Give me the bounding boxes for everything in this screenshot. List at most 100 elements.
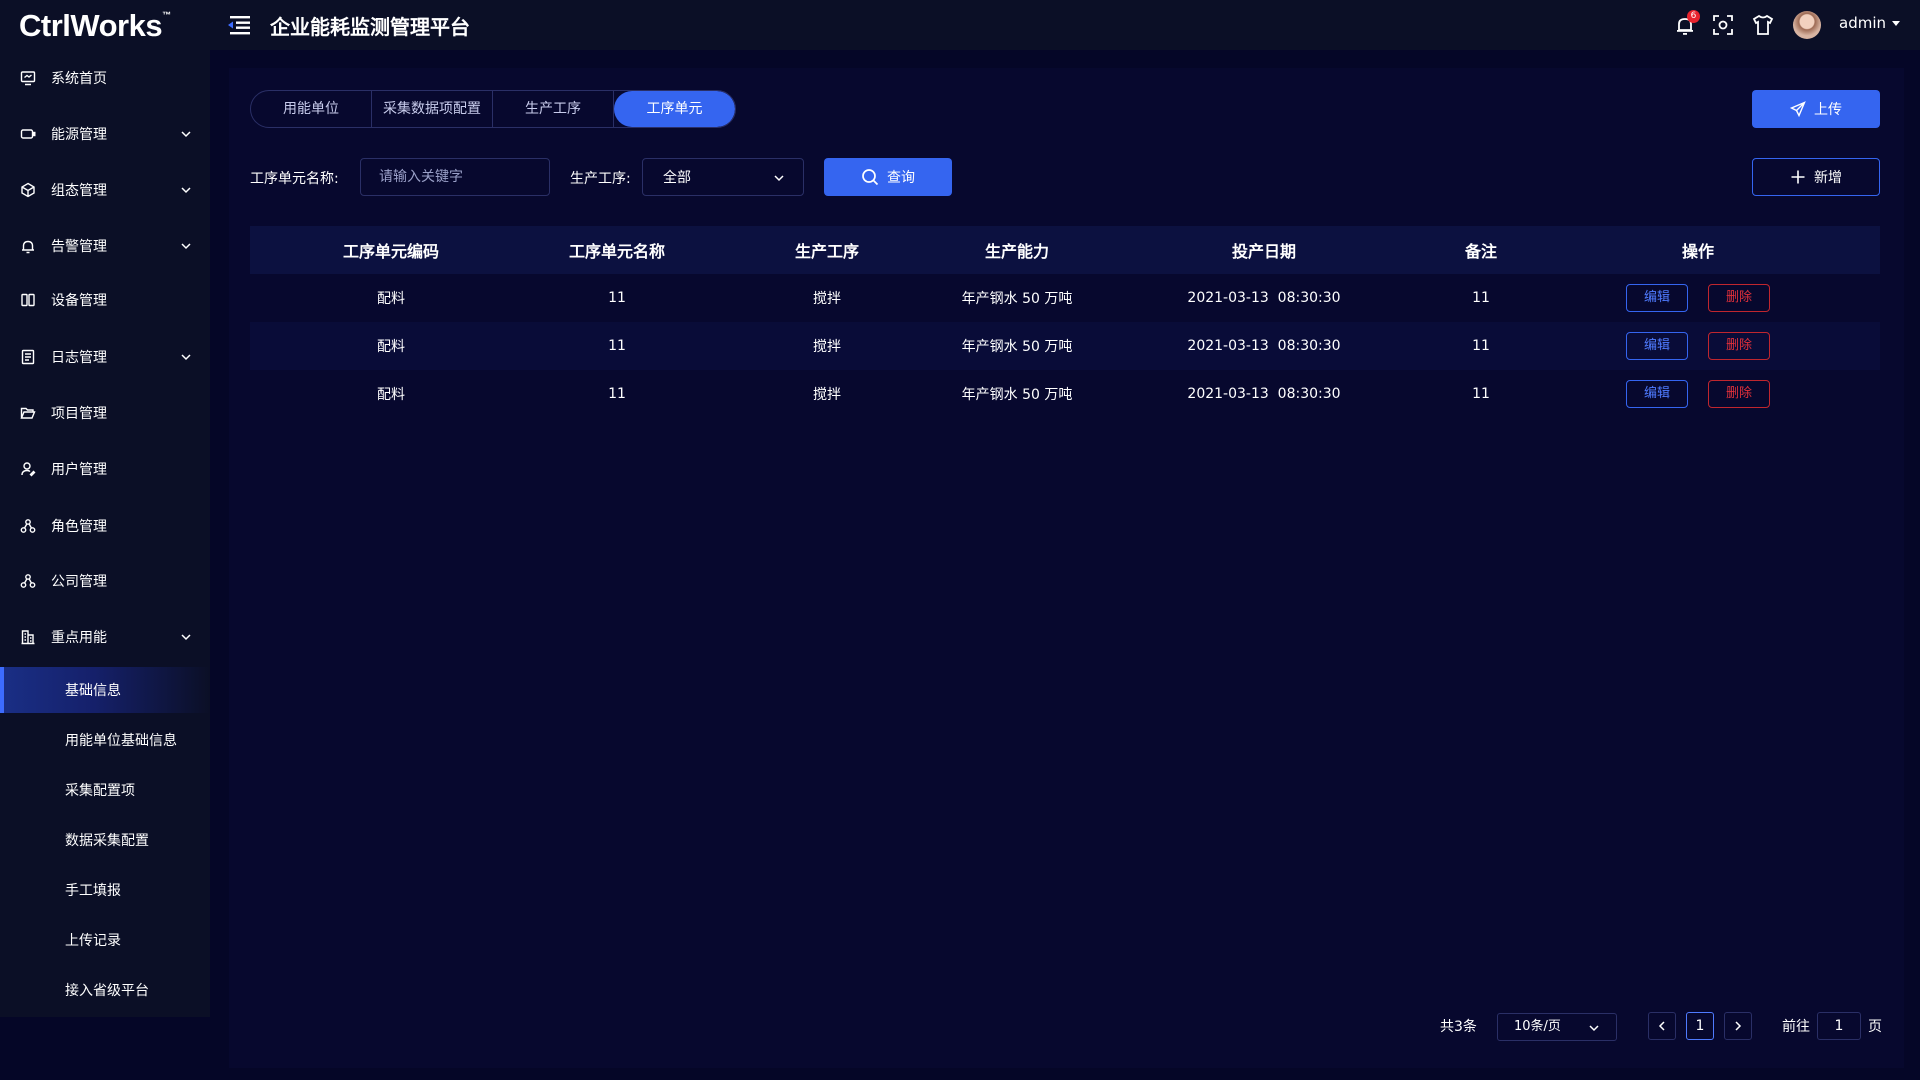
- name-search-input[interactable]: [360, 158, 550, 196]
- sidebar-item-label: 项目管理: [51, 406, 107, 422]
- tab-process-unit[interactable]: 工序单元: [614, 91, 735, 127]
- prev-page-button[interactable]: [1648, 1012, 1676, 1040]
- sidebar-subitem-data-collect[interactable]: 数据采集配置: [0, 817, 210, 863]
- plus-icon: [1791, 170, 1805, 184]
- sidebar-subitem-label: 数据采集配置: [65, 833, 149, 849]
- cell-capacity: 年产钢水 50 万吨: [961, 387, 1073, 403]
- sidebar-subitem-upload-record[interactable]: 上传记录: [0, 917, 210, 963]
- cell-process: 搅拌: [813, 339, 841, 355]
- query-button[interactable]: 查询: [824, 158, 952, 196]
- goto-prefix: 前往: [1782, 1019, 1810, 1035]
- sidebar-item-device[interactable]: 设备管理: [0, 280, 210, 320]
- battery-icon: [20, 129, 36, 139]
- sidebar-item-key-energy[interactable]: 重点用能: [0, 617, 210, 657]
- sidebar-item-label: 告警管理: [51, 239, 107, 255]
- upload-button[interactable]: 上传: [1752, 90, 1880, 128]
- tab-energy-unit[interactable]: 用能单位: [251, 91, 372, 127]
- edit-button[interactable]: 编辑: [1626, 380, 1688, 408]
- building-icon: [21, 630, 35, 645]
- sidebar-item-label: 设备管理: [51, 293, 107, 309]
- tab-collect-item-config[interactable]: 采集数据项配置: [372, 91, 493, 127]
- chevron-down-icon: [181, 354, 191, 361]
- sidebar-subitem-label: 采集配置项: [65, 783, 135, 799]
- sidebar-subitem-label: 上传记录: [65, 933, 121, 949]
- cell-code: 配料: [377, 387, 405, 403]
- process-unit-table: 工序单元编码 工序单元名称 生产工序 生产能力 投产日期 备注 操作 配料 11…: [250, 226, 1880, 418]
- notification-bell-icon[interactable]: 6: [1673, 10, 1700, 37]
- main-panel: [229, 68, 1904, 1068]
- upload-button-label: 上传: [1814, 102, 1842, 118]
- column-header: 生产能力: [984, 242, 1049, 261]
- sidebar-subitem-label: 接入省级平台: [65, 983, 149, 999]
- page-size-select[interactable]: 10条/页: [1497, 1013, 1617, 1041]
- sidebar-subitem-label: 基础信息: [65, 683, 121, 699]
- theme-shirt-icon[interactable]: [1751, 13, 1775, 37]
- notification-badge: 6: [1687, 10, 1700, 23]
- sidebar-item-config[interactable]: 组态管理: [0, 170, 210, 210]
- sidebar-item-role[interactable]: 角色管理: [0, 506, 210, 546]
- add-button[interactable]: 新增: [1752, 158, 1880, 196]
- delete-button[interactable]: 删除: [1708, 284, 1770, 312]
- avatar[interactable]: [1793, 11, 1821, 39]
- logo-text: CtrlWorks: [19, 8, 163, 43]
- sidebar-item-alarm[interactable]: 告警管理: [0, 226, 210, 266]
- sidebar-item-energy[interactable]: 能源管理: [0, 114, 210, 154]
- sidebar-subitem-label: 用能单位基础信息: [65, 733, 177, 749]
- sidebar-subitem-unit-basic-info[interactable]: 用能单位基础信息: [0, 717, 210, 763]
- cell-name: 11: [608, 290, 626, 306]
- sidebar-subitem-province-platform[interactable]: 接入省级平台: [0, 967, 210, 1013]
- folder-icon: [20, 407, 36, 419]
- page-size-value: 10条/页: [1514, 1019, 1561, 1034]
- caret-down-icon: [1892, 21, 1900, 26]
- search-icon: [862, 169, 879, 186]
- cell-actions: 编辑 删除: [1516, 284, 1880, 312]
- user-menu[interactable]: admin: [1839, 14, 1900, 32]
- cell-capacity: 年产钢水 50 万吨: [961, 339, 1073, 355]
- table-header: 工序单元编码 工序单元名称 生产工序 生产能力 投产日期 备注 操作: [250, 226, 1880, 274]
- delete-button[interactable]: 删除: [1708, 332, 1770, 360]
- sidebar-item-log[interactable]: 日志管理: [0, 337, 210, 377]
- sidebar-item-user[interactable]: 用户管理: [0, 449, 210, 489]
- next-page-button[interactable]: [1724, 1012, 1752, 1040]
- cell-actions: 编辑 删除: [1516, 332, 1880, 360]
- sidebar: 系统首页 能源管理 组态管理 告警管理 设备管理 日志管理 项目管理 用户管理 …: [0, 50, 210, 1017]
- column-header: 操作: [1681, 242, 1714, 261]
- sidebar-subitem-label: 手工填报: [65, 883, 121, 899]
- fullscreen-icon[interactable]: [1711, 13, 1735, 37]
- chevron-right-icon: [1735, 1021, 1742, 1031]
- log-icon: [21, 349, 35, 365]
- cell-name: 11: [608, 338, 626, 354]
- sidebar-item-project[interactable]: 项目管理: [0, 393, 210, 433]
- tab-production-process[interactable]: 生产工序: [493, 91, 614, 127]
- sidebar-subitem-manual-report[interactable]: 手工填报: [0, 867, 210, 913]
- sidebar-item-label: 能源管理: [51, 127, 107, 143]
- edit-button[interactable]: 编辑: [1626, 332, 1688, 360]
- role-icon: [20, 519, 36, 533]
- sidebar-subitem-collect-config[interactable]: 采集配置项: [0, 767, 210, 813]
- cell-capacity: 年产钢水 50 万吨: [961, 291, 1073, 307]
- username: admin: [1839, 14, 1886, 32]
- collapse-menu-icon[interactable]: [226, 14, 252, 36]
- page-number-button[interactable]: 1: [1686, 1012, 1714, 1040]
- delete-button[interactable]: 删除: [1708, 380, 1770, 408]
- process-filter-label: 生产工序:: [570, 171, 631, 187]
- logo: CtrlWorks™: [19, 8, 171, 44]
- process-select[interactable]: 全部: [642, 158, 804, 196]
- edit-button[interactable]: 编辑: [1626, 284, 1688, 312]
- bell-icon: [22, 240, 34, 254]
- sidebar-item-label: 重点用能: [51, 630, 107, 646]
- goto-page-input[interactable]: [1817, 1012, 1861, 1040]
- cube-icon: [21, 182, 35, 198]
- cell-process: 搅拌: [813, 387, 841, 403]
- logo-trademark: ™: [162, 10, 171, 20]
- table-row: 配料 11 搅拌 年产钢水 50 万吨 2021-03-13 08:30:30 …: [250, 322, 1880, 370]
- name-filter-label: 工序单元名称:: [250, 171, 339, 187]
- device-icon: [21, 293, 35, 307]
- sidebar-item-home[interactable]: 系统首页: [0, 58, 210, 98]
- sidebar-item-label: 组态管理: [51, 183, 107, 199]
- sidebar-subitem-basic-info[interactable]: 基础信息: [0, 667, 210, 713]
- sidebar-item-company[interactable]: 公司管理: [0, 561, 210, 601]
- cell-actions: 编辑 删除: [1516, 380, 1880, 408]
- chevron-down-icon: [181, 131, 191, 138]
- table-row: 配料 11 搅拌 年产钢水 50 万吨 2021-03-13 08:30:30 …: [250, 370, 1880, 418]
